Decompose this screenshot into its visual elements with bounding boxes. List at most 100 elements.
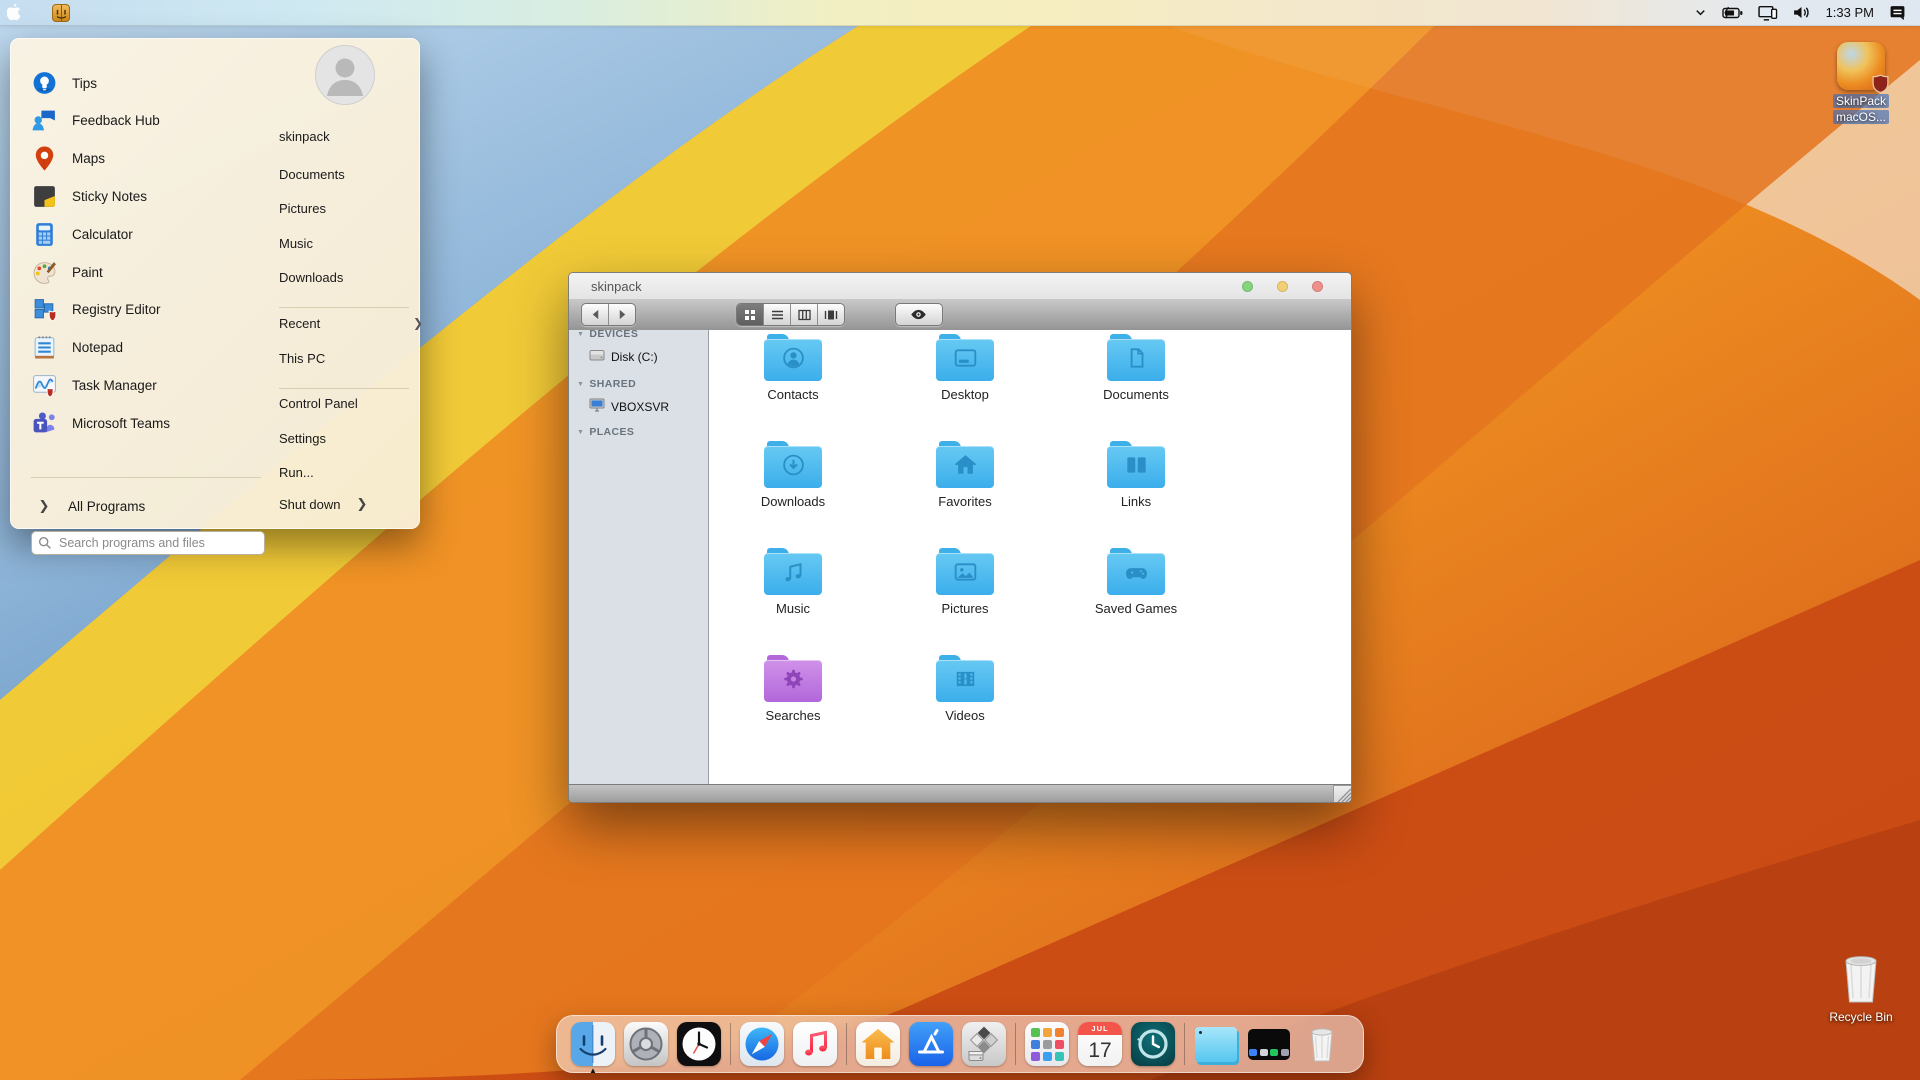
disk-icon	[589, 348, 611, 365]
all-programs-button[interactable]: ❯ All Programs	[29, 491, 259, 521]
start-place-run[interactable]: Run...	[279, 461, 409, 485]
active-app-indicator: ▲	[571, 1067, 615, 1075]
dock-window-dark-icon[interactable]	[1247, 1022, 1291, 1066]
sidebar-item-disk-c[interactable]: Disk (C:)	[589, 348, 658, 365]
start-app-calculator[interactable]: Calculator	[29, 215, 259, 253]
search-icon	[38, 536, 52, 550]
paint-icon	[29, 257, 59, 287]
folder-music[interactable]: Music	[723, 548, 863, 642]
start-place-this-pc[interactable]: This PC	[279, 346, 409, 370]
teams-icon	[29, 408, 59, 438]
search-box[interactable]	[31, 531, 265, 555]
dock-window-light-icon[interactable]	[1194, 1022, 1238, 1066]
shut-down-button[interactable]: Shut down ❯	[279, 491, 399, 517]
start-app-microsoft-teams[interactable]: Microsoft Teams	[29, 404, 259, 442]
notification-center-button[interactable]	[1882, 0, 1920, 25]
clock-time[interactable]: 1:33 PM	[1818, 5, 1882, 20]
resize-grip[interactable]	[1333, 785, 1351, 802]
coverflow-view-button[interactable]	[818, 304, 844, 325]
finder-menubar-button[interactable]	[30, 0, 77, 25]
traffic-light-red[interactable]	[1312, 281, 1323, 292]
window-glyph-icon	[952, 346, 979, 375]
traffic-light-green[interactable]	[1242, 281, 1253, 292]
dock-skinpack-app-icon[interactable]	[962, 1022, 1006, 1066]
folder-documents[interactable]: Documents	[1066, 334, 1206, 428]
cast-tray-button[interactable]	[1751, 0, 1785, 25]
dock-safari-icon[interactable]	[740, 1022, 784, 1066]
start-place-recent[interactable]: Recent❯	[279, 311, 409, 335]
start-menu: TipsFeedback HubMapsSticky NotesCalculat…	[10, 38, 420, 529]
forward-button[interactable]	[609, 304, 635, 325]
dock-finder-icon[interactable]: ▲	[571, 1022, 615, 1066]
feedback-hub-icon	[29, 106, 59, 136]
desktop-icon-skinpack-macos[interactable]: SkinPack macOS...	[1818, 42, 1904, 125]
user-name[interactable]: skinpack	[279, 129, 330, 144]
notepad-icon	[29, 333, 59, 363]
battery-tray-button[interactable]	[1715, 0, 1751, 25]
window-title: skinpack	[591, 279, 642, 294]
folder-desktop[interactable]: Desktop	[895, 334, 1035, 428]
start-app-tips[interactable]: Tips	[29, 64, 259, 102]
start-app-paint[interactable]: Paint	[29, 253, 259, 291]
start-place-documents[interactable]: Documents	[279, 162, 409, 186]
folder-videos[interactable]: Videos	[895, 655, 1035, 749]
start-place-settings[interactable]: Settings	[279, 426, 409, 450]
folder-icon	[764, 655, 822, 702]
folder-pictures[interactable]: Pictures	[895, 548, 1035, 642]
list-view-button[interactable]	[764, 304, 791, 325]
start-app-sticky-notes[interactable]: Sticky Notes	[29, 177, 259, 215]
apple-menu[interactable]	[0, 0, 30, 25]
folder-links[interactable]: Links	[1066, 441, 1206, 535]
folder-icon	[936, 548, 994, 595]
chevron-right-icon: ❯	[29, 498, 59, 514]
folder-favorites[interactable]: Favorites	[895, 441, 1035, 535]
tray-chevron-button[interactable]	[1686, 0, 1715, 25]
volume-tray-button[interactable]	[1785, 0, 1818, 25]
folder-icon	[764, 548, 822, 595]
dock-system-settings-icon[interactable]	[624, 1022, 668, 1066]
gamepad-glyph-icon	[1123, 560, 1150, 589]
dock-app-store-icon[interactable]	[909, 1022, 953, 1066]
sidebar-section-devices[interactable]: ▼DEVICES	[577, 328, 638, 340]
icon-view-button[interactable]	[737, 304, 764, 325]
grid-view-icon	[744, 309, 756, 321]
folder-searches[interactable]: Searches	[723, 655, 863, 749]
sidebar: ▼DEVICES Disk (C:) ▼SHARED VBOXSVR ▼PLACES	[569, 330, 709, 785]
forward-arrow-icon	[617, 309, 628, 320]
sidebar-item-vboxsvr[interactable]: VBOXSVR	[589, 398, 669, 415]
dock-trash-icon[interactable]	[1300, 1022, 1344, 1066]
dock-clock-icon[interactable]	[677, 1022, 721, 1066]
folder-grid: Contacts Desktop Documents Downloads Favorit…	[709, 330, 1351, 785]
folder-saved-games[interactable]: Saved Games	[1066, 548, 1206, 642]
column-view-button[interactable]	[791, 304, 818, 325]
start-place-downloads[interactable]: Downloads	[279, 266, 409, 290]
start-place-pictures[interactable]: Pictures	[279, 197, 409, 221]
start-app-task-manager[interactable]: Task Manager	[29, 366, 259, 404]
start-app-maps[interactable]: Maps	[29, 140, 259, 178]
sidebar-section-shared[interactable]: ▼SHARED	[577, 378, 636, 390]
start-app-registry-editor[interactable]: Registry Editor	[29, 291, 259, 329]
view-mode-buttons	[736, 303, 845, 326]
folder-contacts[interactable]: Contacts	[723, 334, 863, 428]
start-place-control-panel[interactable]: Control Panel	[279, 392, 409, 416]
back-button[interactable]	[582, 304, 609, 325]
dock-time-machine-icon[interactable]	[1131, 1022, 1175, 1066]
search-input[interactable]	[57, 535, 258, 551]
user-avatar[interactable]	[315, 45, 375, 105]
window-title-bar[interactable]: skinpack	[569, 273, 1351, 300]
start-app-notepad[interactable]: Notepad	[29, 329, 259, 367]
dock-music-icon[interactable]	[793, 1022, 837, 1066]
traffic-light-yellow[interactable]	[1277, 281, 1288, 292]
notifications-icon	[1889, 4, 1906, 21]
chevron-down-icon	[1693, 5, 1708, 20]
quick-look-button[interactable]	[895, 303, 943, 326]
dock-launchpad-icon[interactable]	[1025, 1022, 1069, 1066]
dock-home-icon[interactable]	[856, 1022, 900, 1066]
start-app-feedback-hub[interactable]: Feedback Hub	[29, 102, 259, 140]
folder-downloads[interactable]: Downloads	[723, 441, 863, 535]
desktop-icon-recycle-bin[interactable]: Recycle Bin	[1818, 952, 1904, 1025]
start-place-music[interactable]: Music	[279, 231, 409, 255]
dock-calendar-icon[interactable]: JUL17	[1078, 1022, 1122, 1066]
sidebar-section-places[interactable]: ▼PLACES	[577, 426, 634, 438]
triangle-down-icon: ▼	[577, 331, 584, 338]
